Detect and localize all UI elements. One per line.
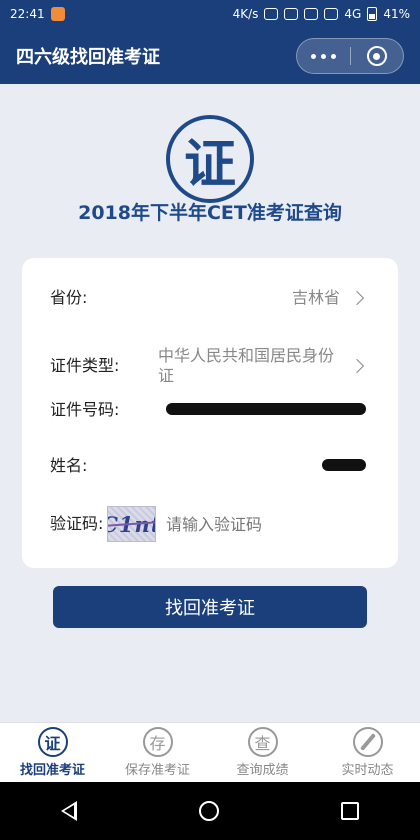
status-network: 4G [344, 7, 362, 21]
tab-retrieve-ticket[interactable]: 证 找回准考证 [0, 723, 105, 782]
miniprogram-capsule [296, 38, 404, 74]
tab-save-ticket[interactable]: 存 保存准考证 [105, 723, 210, 782]
id-number-row[interactable]: 证件号码: [50, 400, 366, 420]
tab-query-score[interactable]: 查 查询成绩 [210, 723, 315, 782]
captcha-label: 验证码: [50, 514, 104, 533]
status-bar: 22:41 4K/s 4G 41% [0, 0, 420, 28]
close-miniprogram-button[interactable] [351, 39, 404, 73]
tab-label: 查询成绩 [236, 763, 289, 778]
status-time: 22:41 [10, 7, 45, 21]
query-icon: 查 [247, 727, 278, 757]
retrieve-ticket-button[interactable]: 找回准考证 [53, 586, 367, 628]
province-label: 省份: [50, 288, 88, 307]
name-label: 姓名: [50, 456, 88, 475]
tab-live-news[interactable]: 实时动态 [315, 723, 420, 782]
dot-icon [330, 53, 336, 59]
title-bar: 四六级找回准考证 [0, 28, 420, 84]
compass-icon [352, 727, 383, 757]
status-battery: 41% [383, 7, 410, 21]
chevron-right-icon [349, 290, 365, 306]
page-title: 四六级找回准考证 [16, 47, 160, 68]
recent-apps-icon[interactable] [341, 802, 359, 820]
target-icon [366, 46, 387, 66]
name-row[interactable]: 姓名: [50, 456, 366, 476]
dot-icon [320, 53, 326, 59]
id-type-label: 证件类型: [50, 356, 120, 375]
redacted-id-number [166, 403, 366, 415]
captcha-image[interactable]: C1nt [106, 506, 156, 542]
chevron-right-icon [349, 358, 365, 374]
id-number-label: 证件号码: [50, 400, 120, 419]
status-speed: 4K/s [232, 7, 259, 21]
form-card: 省份: 吉林省 证件类型: 中华人民共和国居民身份证 证件号码: 姓名: 验证码… [22, 258, 398, 568]
query-heading: 2018年下半年CET准考证查询 [78, 202, 342, 224]
id-type-row[interactable]: 证件类型: 中华人民共和国居民身份证 [50, 346, 366, 386]
system-nav-bar [0, 782, 420, 840]
certificate-icon: 证 [37, 727, 68, 757]
wifi-icon [304, 8, 319, 20]
vibrate-icon [264, 8, 279, 20]
battery-icon [367, 7, 378, 21]
bottom-tab-bar: 证 找回准考证 存 保存准考证 查 查询成绩 实时动态 [0, 722, 420, 782]
home-icon[interactable] [199, 801, 219, 821]
signal-icon [324, 8, 339, 20]
back-icon[interactable] [61, 801, 77, 821]
dot-icon [310, 53, 316, 59]
save-icon: 存 [142, 727, 173, 757]
id-type-value: 中华人民共和国居民身份证 [158, 346, 335, 385]
certificate-logo-icon: 证 [166, 115, 254, 203]
redacted-name [322, 459, 366, 471]
captcha-input[interactable] [166, 514, 366, 534]
more-button[interactable] [297, 39, 350, 73]
alarm-icon [284, 8, 299, 20]
captcha-row: 验证码: C1nt [50, 506, 366, 542]
tab-label: 实时动态 [341, 763, 394, 778]
notification-icon [50, 7, 65, 21]
tab-label: 保存准考证 [124, 763, 190, 778]
tab-label: 找回准考证 [19, 763, 85, 778]
province-value: 吉林省 [291, 288, 340, 307]
province-row[interactable]: 省份: 吉林省 [50, 288, 366, 308]
